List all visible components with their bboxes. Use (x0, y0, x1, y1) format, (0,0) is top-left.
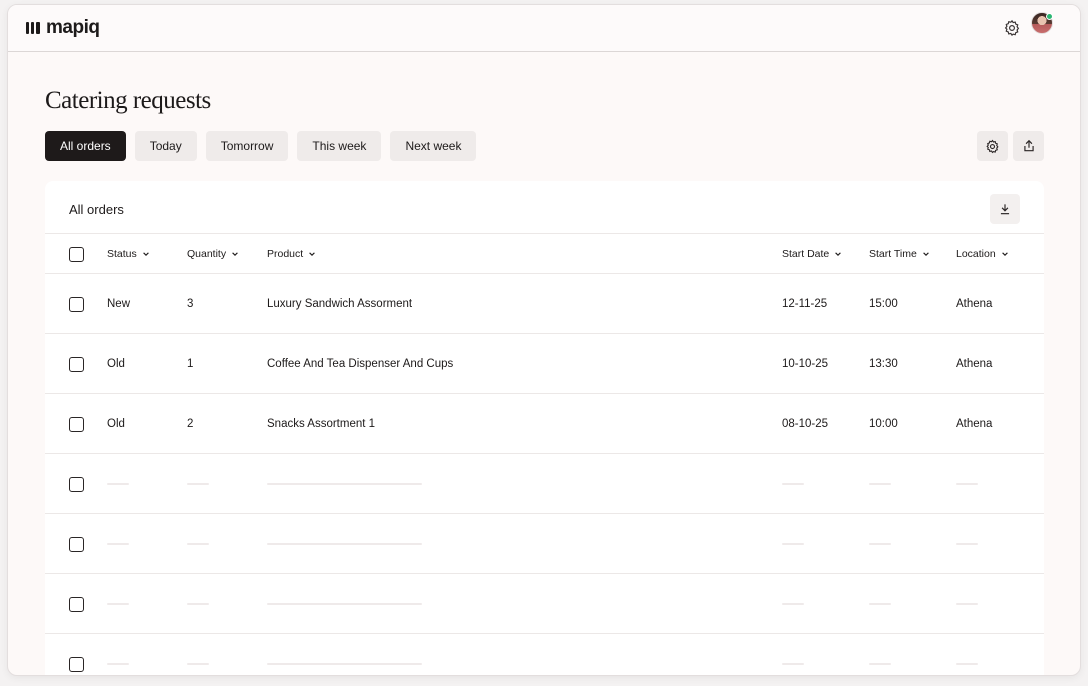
tab-today[interactable]: Today (134, 131, 197, 161)
chevron-down-icon (142, 251, 149, 256)
logo[interactable]: mapiq (26, 17, 100, 39)
column-header-product[interactable]: Product (267, 234, 316, 273)
tab-this-week[interactable]: This week (297, 131, 382, 161)
column-header-location[interactable]: Location (956, 234, 1009, 273)
top-bar: mapiq (8, 5, 1080, 52)
share-icon (1023, 139, 1034, 152)
cell-quantity: 2 (187, 417, 194, 430)
column-header-label: Start Time (869, 247, 917, 260)
cell-start-date: 10-10-25 (782, 357, 829, 370)
skeleton-line (187, 542, 209, 545)
tab-tomorrow[interactable]: Tomorrow (205, 131, 289, 161)
placeholder-row (45, 633, 1044, 675)
placeholder-row (45, 513, 1044, 573)
cell-status: Old (107, 417, 125, 430)
table-row[interactable]: Old 1 Coffee And Tea Dispenser And Cups … (45, 333, 1044, 393)
cell-location: Athena (956, 357, 993, 370)
skeleton-line (956, 602, 978, 605)
cell-start-time: 10:00 (869, 417, 898, 430)
cell-start-date: 08-10-25 (782, 417, 829, 430)
table-row[interactable]: Old 2 Snacks Assortment 1 08-10-25 10:00… (45, 393, 1044, 453)
cell-product: Luxury Sandwich Assorment (267, 297, 413, 310)
orders-table: Status Quantity Product Start Date Start… (45, 233, 1044, 675)
cell-location: Athena (956, 297, 993, 310)
row-checkbox[interactable] (69, 536, 84, 552)
skeleton-line (187, 482, 209, 485)
cell-status: New (107, 297, 131, 310)
row-checkbox[interactable] (69, 596, 84, 612)
tab-all-orders[interactable]: All orders (45, 131, 126, 161)
placeholder-row (45, 453, 1044, 513)
skeleton-line (869, 602, 891, 605)
column-header-start-time[interactable]: Start Time (869, 234, 930, 273)
cell-product: Snacks Assortment 1 (267, 417, 376, 430)
column-header-label: Quantity (187, 247, 227, 260)
skeleton-line (956, 482, 978, 485)
column-header-status[interactable]: Status (107, 234, 150, 273)
share-button[interactable] (1013, 131, 1044, 161)
filter-tabs: All orders Today Tomorrow This week Next… (45, 131, 477, 161)
skeleton-line (187, 602, 209, 605)
skeleton-line (782, 482, 804, 485)
column-header-label: Location (956, 247, 996, 260)
chevron-down-icon (309, 251, 315, 256)
cell-status: Old (107, 357, 125, 370)
skeleton-line (956, 542, 978, 545)
table-header: Status Quantity Product Start Date Start… (45, 233, 1044, 273)
column-header-label: Start Date (782, 247, 830, 260)
cell-quantity: 1 (187, 357, 194, 370)
skeleton-line (107, 662, 129, 665)
table-row[interactable]: New 3 Luxury Sandwich Assorment 12-11-25… (45, 273, 1044, 333)
cell-location: Athena (956, 417, 993, 430)
skeleton-line (869, 482, 891, 485)
cell-start-date: 12-11-25 (782, 297, 828, 310)
cell-start-time: 15:00 (869, 297, 898, 310)
skeleton-line (869, 662, 891, 665)
column-header-label: Status (107, 247, 137, 260)
column-header-quantity[interactable]: Quantity (187, 234, 239, 273)
skeleton-line (956, 662, 978, 665)
chevron-down-icon (1001, 251, 1008, 256)
cell-start-time: 13:30 (869, 357, 898, 370)
column-header-label: Product (267, 247, 304, 260)
skeleton-line (267, 542, 422, 545)
skeleton-line (782, 542, 804, 545)
skeleton-line (187, 662, 209, 665)
chevron-down-icon (232, 251, 238, 256)
chevron-down-icon (923, 251, 929, 256)
skeleton-line (267, 662, 422, 665)
placeholder-row (45, 573, 1044, 633)
cell-product: Coffee And Tea Dispenser And Cups (267, 357, 454, 370)
download-button[interactable] (990, 194, 1020, 224)
select-all-checkbox[interactable] (69, 246, 84, 262)
column-header-start-date[interactable]: Start Date (782, 234, 842, 273)
page-title: Catering requests (45, 87, 211, 114)
download-icon (1000, 204, 1010, 215)
skeleton-line (267, 602, 422, 605)
app-window: mapiq Catering requests All orders Today… (7, 4, 1081, 676)
tab-next-week[interactable]: Next week (390, 131, 477, 161)
orders-card: All orders Status Quantity Product Start… (45, 181, 1044, 675)
online-status-dot (1046, 13, 1053, 20)
chevron-down-icon (835, 251, 842, 256)
logo-text: mapiq (46, 17, 100, 38)
row-checkbox[interactable] (69, 416, 84, 432)
row-checkbox[interactable] (69, 656, 84, 672)
skeleton-line (267, 482, 422, 485)
row-checkbox[interactable] (69, 356, 84, 372)
gear-icon[interactable] (1003, 19, 1021, 37)
gear-icon (986, 139, 999, 153)
cell-quantity: 3 (187, 297, 194, 310)
settings-button[interactable] (977, 131, 1008, 161)
row-checkbox[interactable] (69, 476, 84, 492)
skeleton-line (107, 542, 129, 545)
skeleton-line (869, 542, 891, 545)
row-checkbox[interactable] (69, 296, 84, 312)
logo-mark-icon (26, 22, 40, 34)
skeleton-line (782, 602, 804, 605)
skeleton-line (782, 662, 804, 665)
skeleton-line (107, 602, 129, 605)
skeleton-line (107, 482, 129, 485)
card-title: All orders (69, 202, 124, 217)
